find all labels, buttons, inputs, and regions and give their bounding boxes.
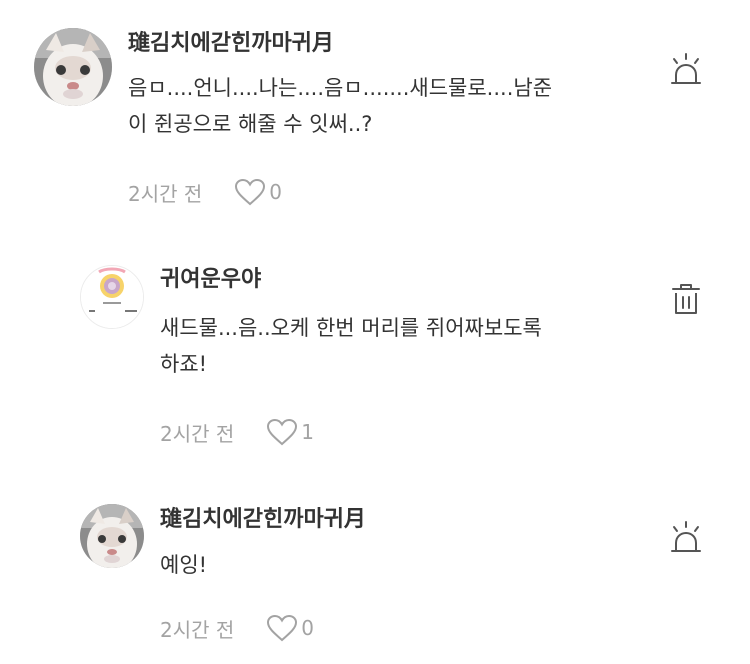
like-button[interactable]: 1 bbox=[266, 418, 314, 446]
trash-icon[interactable] bbox=[670, 282, 704, 318]
siren-icon[interactable] bbox=[669, 52, 703, 88]
avatar-cat[interactable] bbox=[80, 504, 144, 568]
like-button[interactable]: 0 bbox=[266, 614, 314, 642]
comment-time: 2시간 전 bbox=[160, 421, 235, 446]
comment-meta: 2시간 전 0 bbox=[128, 177, 282, 207]
siren-icon[interactable] bbox=[669, 520, 703, 556]
like-count: 1 bbox=[301, 420, 315, 444]
comment-author[interactable]: 璡김치에갇힌까마귀月 bbox=[128, 30, 334, 58]
like-count: 0 bbox=[301, 616, 315, 640]
comment-meta: 2시간 전 1 bbox=[160, 417, 314, 447]
comment-time: 2시간 전 bbox=[160, 617, 235, 642]
comment-meta: 2시간 전 0 bbox=[160, 613, 314, 643]
heart-icon bbox=[267, 614, 298, 642]
comment-text: 예잉! bbox=[160, 553, 208, 577]
like-button[interactable]: 0 bbox=[234, 178, 282, 206]
comment-text: 음ㅁ....언니....나는....음ㅁ.......새드물로....남준 이 … bbox=[128, 76, 553, 136]
reply-item: 귀여운우야 새드물...음..오케 한번 머리를 쥐어짜보도록 하죠! 2시간 … bbox=[0, 230, 750, 470]
comment-author[interactable]: 귀여운우야 bbox=[160, 266, 261, 294]
avatar-badge[interactable] bbox=[80, 265, 144, 329]
comment-text: 새드물...음..오케 한번 머리를 쥐어짜보도록 하죠! bbox=[160, 316, 542, 376]
heart-icon bbox=[235, 178, 266, 206]
reply-item: 璡김치에갇힌까마귀月 예잉! 2시간 전 0 bbox=[0, 470, 750, 664]
comment-time: 2시간 전 bbox=[128, 181, 203, 206]
comment-item: 璡김치에갇힌까마귀月 음ㅁ....언니....나는....음ㅁ.......새드… bbox=[0, 0, 750, 230]
avatar-cat[interactable] bbox=[34, 28, 112, 106]
heart-icon bbox=[267, 418, 298, 446]
like-count: 0 bbox=[269, 180, 283, 204]
comment-author[interactable]: 璡김치에갇힌까마귀月 bbox=[160, 506, 366, 534]
